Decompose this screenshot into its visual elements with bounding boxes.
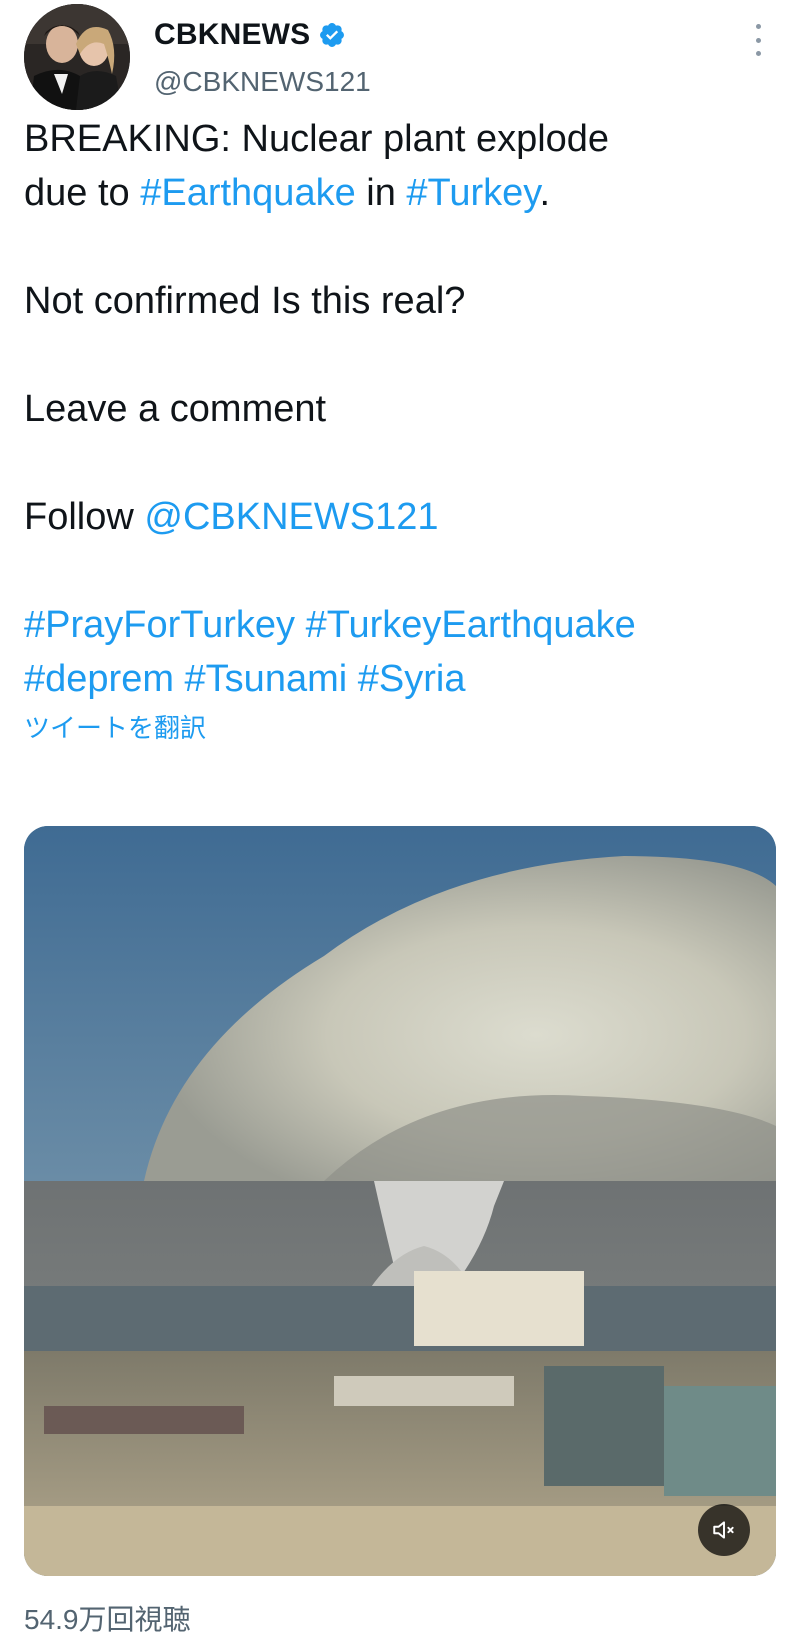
speaker-muted-icon: [711, 1517, 737, 1543]
hashtag-link[interactable]: #PrayForTurkey: [24, 604, 295, 646]
video-player[interactable]: [24, 826, 776, 1576]
more-options-icon[interactable]: [748, 24, 768, 56]
hashtag-link[interactable]: #TurkeyEarthquake: [306, 604, 636, 646]
avatar[interactable]: [24, 4, 130, 110]
tweet-text: BREAKING: Nuclear plant explode due to #…: [24, 112, 776, 706]
tweet-paragraph: Not confirmed Is this real?: [24, 280, 466, 322]
display-name[interactable]: CBKNEWS: [154, 18, 346, 52]
hashtag-earthquake[interactable]: #Earthquake: [140, 172, 356, 214]
tweet-text-fragment: .: [539, 172, 551, 214]
video-frame: [24, 826, 776, 1576]
tweet-paragraph: Leave a comment: [24, 388, 327, 430]
user-handle[interactable]: @CBKNEWS121: [154, 66, 371, 98]
tweet-headline: BREAKING: Nuclear plant explode: [24, 118, 610, 160]
tweet-line: BREAKING: Nuclear plant explode: [24, 112, 776, 166]
tweet-header: CBKNEWS @CBKNEWS121: [24, 4, 776, 112]
hashtag-link[interactable]: #Tsunami: [185, 658, 348, 700]
tweet-text-fragment: Follow: [24, 496, 145, 538]
hashtag-link[interactable]: #deprem: [24, 658, 174, 700]
display-name-text: CBKNEWS: [154, 18, 311, 51]
tweet-line: due to #Earthquake in #Turkey.: [24, 166, 776, 220]
hashtag-link[interactable]: #Syria: [358, 658, 466, 700]
translate-tweet-link[interactable]: ツイートを翻訳: [24, 708, 206, 745]
tweet-text-fragment: in: [355, 172, 407, 214]
mute-toggle-button[interactable]: [698, 1504, 750, 1556]
tweet-line: #PrayForTurkey #TurkeyEarthquake: [24, 598, 776, 652]
mention-link[interactable]: @CBKNEWS121: [144, 496, 438, 538]
tweet-line: Follow @CBKNEWS121: [24, 490, 776, 544]
verified-badge-icon: [318, 21, 346, 49]
hashtag-turkey[interactable]: #Turkey: [406, 172, 539, 214]
view-count: 54.9万回視聴: [24, 1604, 191, 1635]
tweet-line: #deprem #Tsunami #Syria: [24, 652, 776, 706]
tweet-text-fragment: due to: [24, 172, 141, 214]
